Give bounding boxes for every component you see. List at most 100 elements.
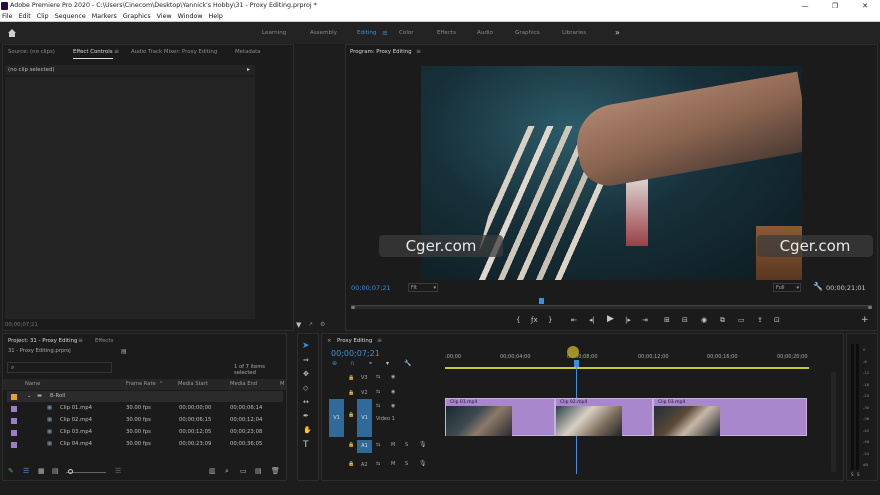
tab-metadata[interactable]: Metadata [235,46,261,58]
mark-out-icon[interactable]: } [548,316,552,324]
icon-view-icon[interactable]: ▦ [38,467,45,475]
workspace-more[interactable]: » [615,22,620,44]
menu-markers[interactable]: Markers [92,13,117,20]
zoom-handle-right[interactable] [868,306,872,309]
list-item[interactable]: ▦ Clip 04.mp4 30.00 fps 00;00;23;09 00;0… [7,439,283,450]
timeline-wrench-icon[interactable]: 🔧 [404,360,411,367]
mark-in-icon[interactable]: { [516,316,520,324]
track-select-tool-icon[interactable]: ⇒ [303,356,309,364]
ripple-edit-tool-icon[interactable]: ✥ [303,370,309,378]
menu-help[interactable]: Help [208,13,222,20]
timeline-playhead-handle[interactable] [574,360,579,367]
workspace-assembly[interactable]: Assembly [310,22,337,44]
add-marker-icon[interactable]: ▾ [386,360,389,367]
new-item-icon[interactable]: ▤ [255,467,262,475]
menu-sequence[interactable]: Sequence [55,13,86,20]
col-media-start[interactable]: Media Start [178,379,208,390]
export-icon[interactable]: ↗ [308,321,313,328]
razor-tool-icon[interactable]: ◇ [303,384,308,392]
mute-a1[interactable]: M [391,442,395,448]
step-back-icon[interactable]: ◂| [589,316,595,324]
sort-ascending-icon[interactable]: ⌃ [159,379,163,390]
workspace-color[interactable]: Color [399,22,414,44]
program-zoom-bar[interactable] [351,306,872,309]
eye-icon[interactable]: ◉ [391,389,395,395]
go-to-in-icon[interactable]: ⇤ [571,316,577,324]
pencil-icon[interactable]: ✎ [8,467,14,475]
sync-lock-icon[interactable]: ⇆ [376,374,380,380]
program-scrub-bar[interactable] [351,298,872,306]
resolution-dropdown[interactable]: Full ▾ [773,283,801,292]
linked-selection-icon[interactable]: ⚭ [368,360,373,367]
col-frame-rate[interactable]: Frame Rate [126,379,156,390]
col-media-end[interactable]: Media End [230,379,257,390]
sync-lock-icon[interactable]: ⇆ [376,389,380,395]
minimize-button[interactable]: — [790,0,820,12]
effect-controls-menu-icon[interactable]: ≡ [114,46,119,58]
menu-clip[interactable]: Clip [37,13,49,20]
lift-icon[interactable]: ⇪ [757,316,763,324]
list-view-icon[interactable]: ☰ [23,467,29,475]
workspace-menu-icon[interactable]: ≡ [382,22,388,44]
hand-tool-icon[interactable]: ✋ [303,426,312,434]
tab-audio-track-mixer[interactable]: Audio Track Mixer: Proxy Editing [131,46,217,58]
play-triangle-icon[interactable]: ▸ [247,66,250,73]
zoom-fit-dropdown[interactable]: Fit ▾ [408,283,438,292]
list-item[interactable]: ▦ Clip 02.mp4 30.00 fps 00;00;06;15 00;0… [7,415,283,426]
work-area-bar[interactable] [445,367,809,369]
workspace-graphics[interactable]: Graphics [515,22,540,44]
workspace-learning[interactable]: Learning [262,22,286,44]
timeline-ruler[interactable]: :00;00 00;00;04;00 00;00;08;00 00;00;12;… [445,352,835,364]
program-playhead[interactable] [538,298,544,304]
nest-icon[interactable]: ⊕ [332,360,337,367]
export-frame-icon[interactable]: ◉ [701,316,707,324]
meter-solo-left[interactable]: S [851,472,854,477]
track-v1-label[interactable]: V1 [357,399,372,437]
solo-a1[interactable]: S [405,442,408,448]
pen-tool-icon[interactable]: ✒ [303,412,309,420]
tab-source[interactable]: Source: (no clips) [8,46,55,58]
workspace-effects[interactable]: Effects [437,22,456,44]
selection-tool-icon[interactable]: ➤ [302,341,310,351]
program-menu-icon[interactable]: ≡ [416,46,421,58]
safe-margins-icon[interactable]: ▭ [738,316,745,324]
new-bin-footer-icon[interactable]: ▭ [240,467,247,475]
workspace-editing[interactable]: Editing [357,22,376,44]
solo-a2[interactable]: S [405,461,408,467]
maximize-button[interactable]: ❐ [820,0,850,12]
automate-icon[interactable]: ▥ [209,467,216,475]
track-v1-source-button[interactable]: V1 [329,399,344,437]
bin-row[interactable]: ⌄ ▬ B-Roll [7,391,283,402]
eye-icon[interactable]: ◉ [391,403,395,409]
tab-program[interactable]: Program: Proxy Editing [350,46,412,58]
sync-lock-icon[interactable]: ⇆ [376,403,380,409]
list-item[interactable]: ▦ Clip 03.mp4 30.00 fps 00;00;12;05 00;0… [7,427,283,438]
program-timecode-current[interactable]: 00;00;07;21 [351,284,391,292]
lock-icon[interactable]: 🔒 [348,390,354,396]
sync-lock-icon[interactable]: ⇆ [376,442,380,448]
zoom-slider-handle[interactable] [68,469,73,474]
insert-icon[interactable]: ⊞ [664,316,670,324]
workspace-libraries[interactable]: Libraries [562,22,586,44]
timeline-vertical-scrollbar[interactable] [831,372,836,472]
lock-icon[interactable]: 🔒 [348,442,354,448]
lock-icon[interactable]: 🔒 [348,375,354,381]
settings-icon[interactable]: ⚙ [320,321,325,328]
trash-icon[interactable]: 🗑 [271,467,280,475]
expand-chevron-icon[interactable]: ⌄ [27,391,31,402]
filter-icon[interactable]: ▼ [296,321,301,329]
tab-timeline[interactable]: Proxy Editing [337,335,372,347]
overwrite-icon[interactable]: ⊟ [682,316,688,324]
go-to-out-icon[interactable]: ⇥ [642,316,648,324]
lock-icon[interactable]: 🔒 [348,461,354,467]
lock-icon[interactable]: 🔒 [348,412,354,418]
workspace-audio[interactable]: Audio [477,22,493,44]
menu-graphics[interactable]: Graphics [123,13,151,20]
menu-edit[interactable]: Edit [19,13,31,20]
track-a1-label[interactable]: A1 [357,440,372,453]
snap-icon[interactable]: ∩ [350,360,354,367]
wrench-icon[interactable]: 🔧 [813,282,823,291]
tab-project[interactable]: Project: 31 - Proxy Editing [8,335,77,347]
timeline-clip-3[interactable]: Clip 03.mp4 [653,398,807,436]
microphone-icon[interactable]: 🎙 [419,441,427,448]
